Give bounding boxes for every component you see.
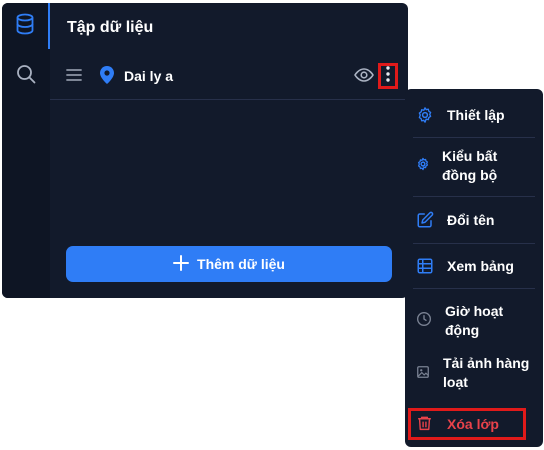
gear-icon [416, 106, 434, 129]
drag-handle-icon[interactable] [66, 68, 82, 87]
eye-icon[interactable] [354, 67, 374, 88]
menu-item-view-table[interactable]: Xem bảng [405, 247, 543, 285]
add-data-label: Thêm dữ liệu [197, 256, 285, 272]
add-data-button[interactable]: Thêm dữ liệu [66, 246, 392, 282]
menu-label-rename: Đổi tên [447, 212, 495, 228]
menu-label-view-table: Xem bảng [447, 258, 514, 274]
highlight-box [408, 408, 526, 440]
menu-divider [413, 196, 535, 197]
search-icon [16, 64, 36, 89]
plus-icon [173, 254, 190, 274]
page-title: Tập dữ liệu [67, 19, 154, 36]
gear-small-icon [416, 157, 430, 176]
more-options-button[interactable] [378, 63, 398, 89]
menu-item-opening-hours[interactable]: Giờ hoạt động [405, 297, 543, 343]
menu-label-settings: Thiết lập [447, 107, 505, 123]
layer-options-menu: Thiết lập Kiểu bất đồng bộ Đổi tên Xem b… [405, 89, 543, 447]
side-rail [2, 3, 50, 298]
rail-datasets[interactable] [2, 3, 50, 49]
rail-search[interactable] [2, 53, 50, 99]
menu-item-rename[interactable]: Đổi tên [405, 201, 543, 239]
layer-name: Dai ly a [124, 68, 174, 84]
datasets-panel: Tập dữ liệu Dai ly a Thêm dữ liệu [2, 3, 408, 298]
image-icon [416, 365, 430, 384]
menu-divider [413, 288, 535, 289]
menu-item-settings[interactable]: Thiết lập [405, 97, 543, 133]
layer-row[interactable]: Dai ly a [50, 53, 408, 100]
menu-label-bulk-image-upload: Tải ảnh hàng loạt [443, 355, 530, 390]
edit-icon [416, 211, 434, 234]
clock-icon [416, 311, 432, 332]
database-icon [15, 13, 35, 40]
table-icon [416, 257, 434, 280]
kebab-menu-icon [386, 65, 390, 87]
menu-label-async-style: Kiểu bất đồng bộ [442, 148, 498, 183]
map-pin-icon [100, 66, 114, 89]
menu-item-bulk-image-upload[interactable]: Tải ảnh hàng loạt [405, 351, 543, 397]
menu-divider [413, 137, 535, 138]
menu-label-opening-hours: Giờ hoạt động [445, 303, 504, 338]
panel-content: Tập dữ liệu Dai ly a Thêm dữ liệu [50, 3, 408, 298]
menu-item-async-style[interactable]: Kiểu bất đồng bộ [405, 141, 543, 187]
menu-divider [413, 243, 535, 244]
